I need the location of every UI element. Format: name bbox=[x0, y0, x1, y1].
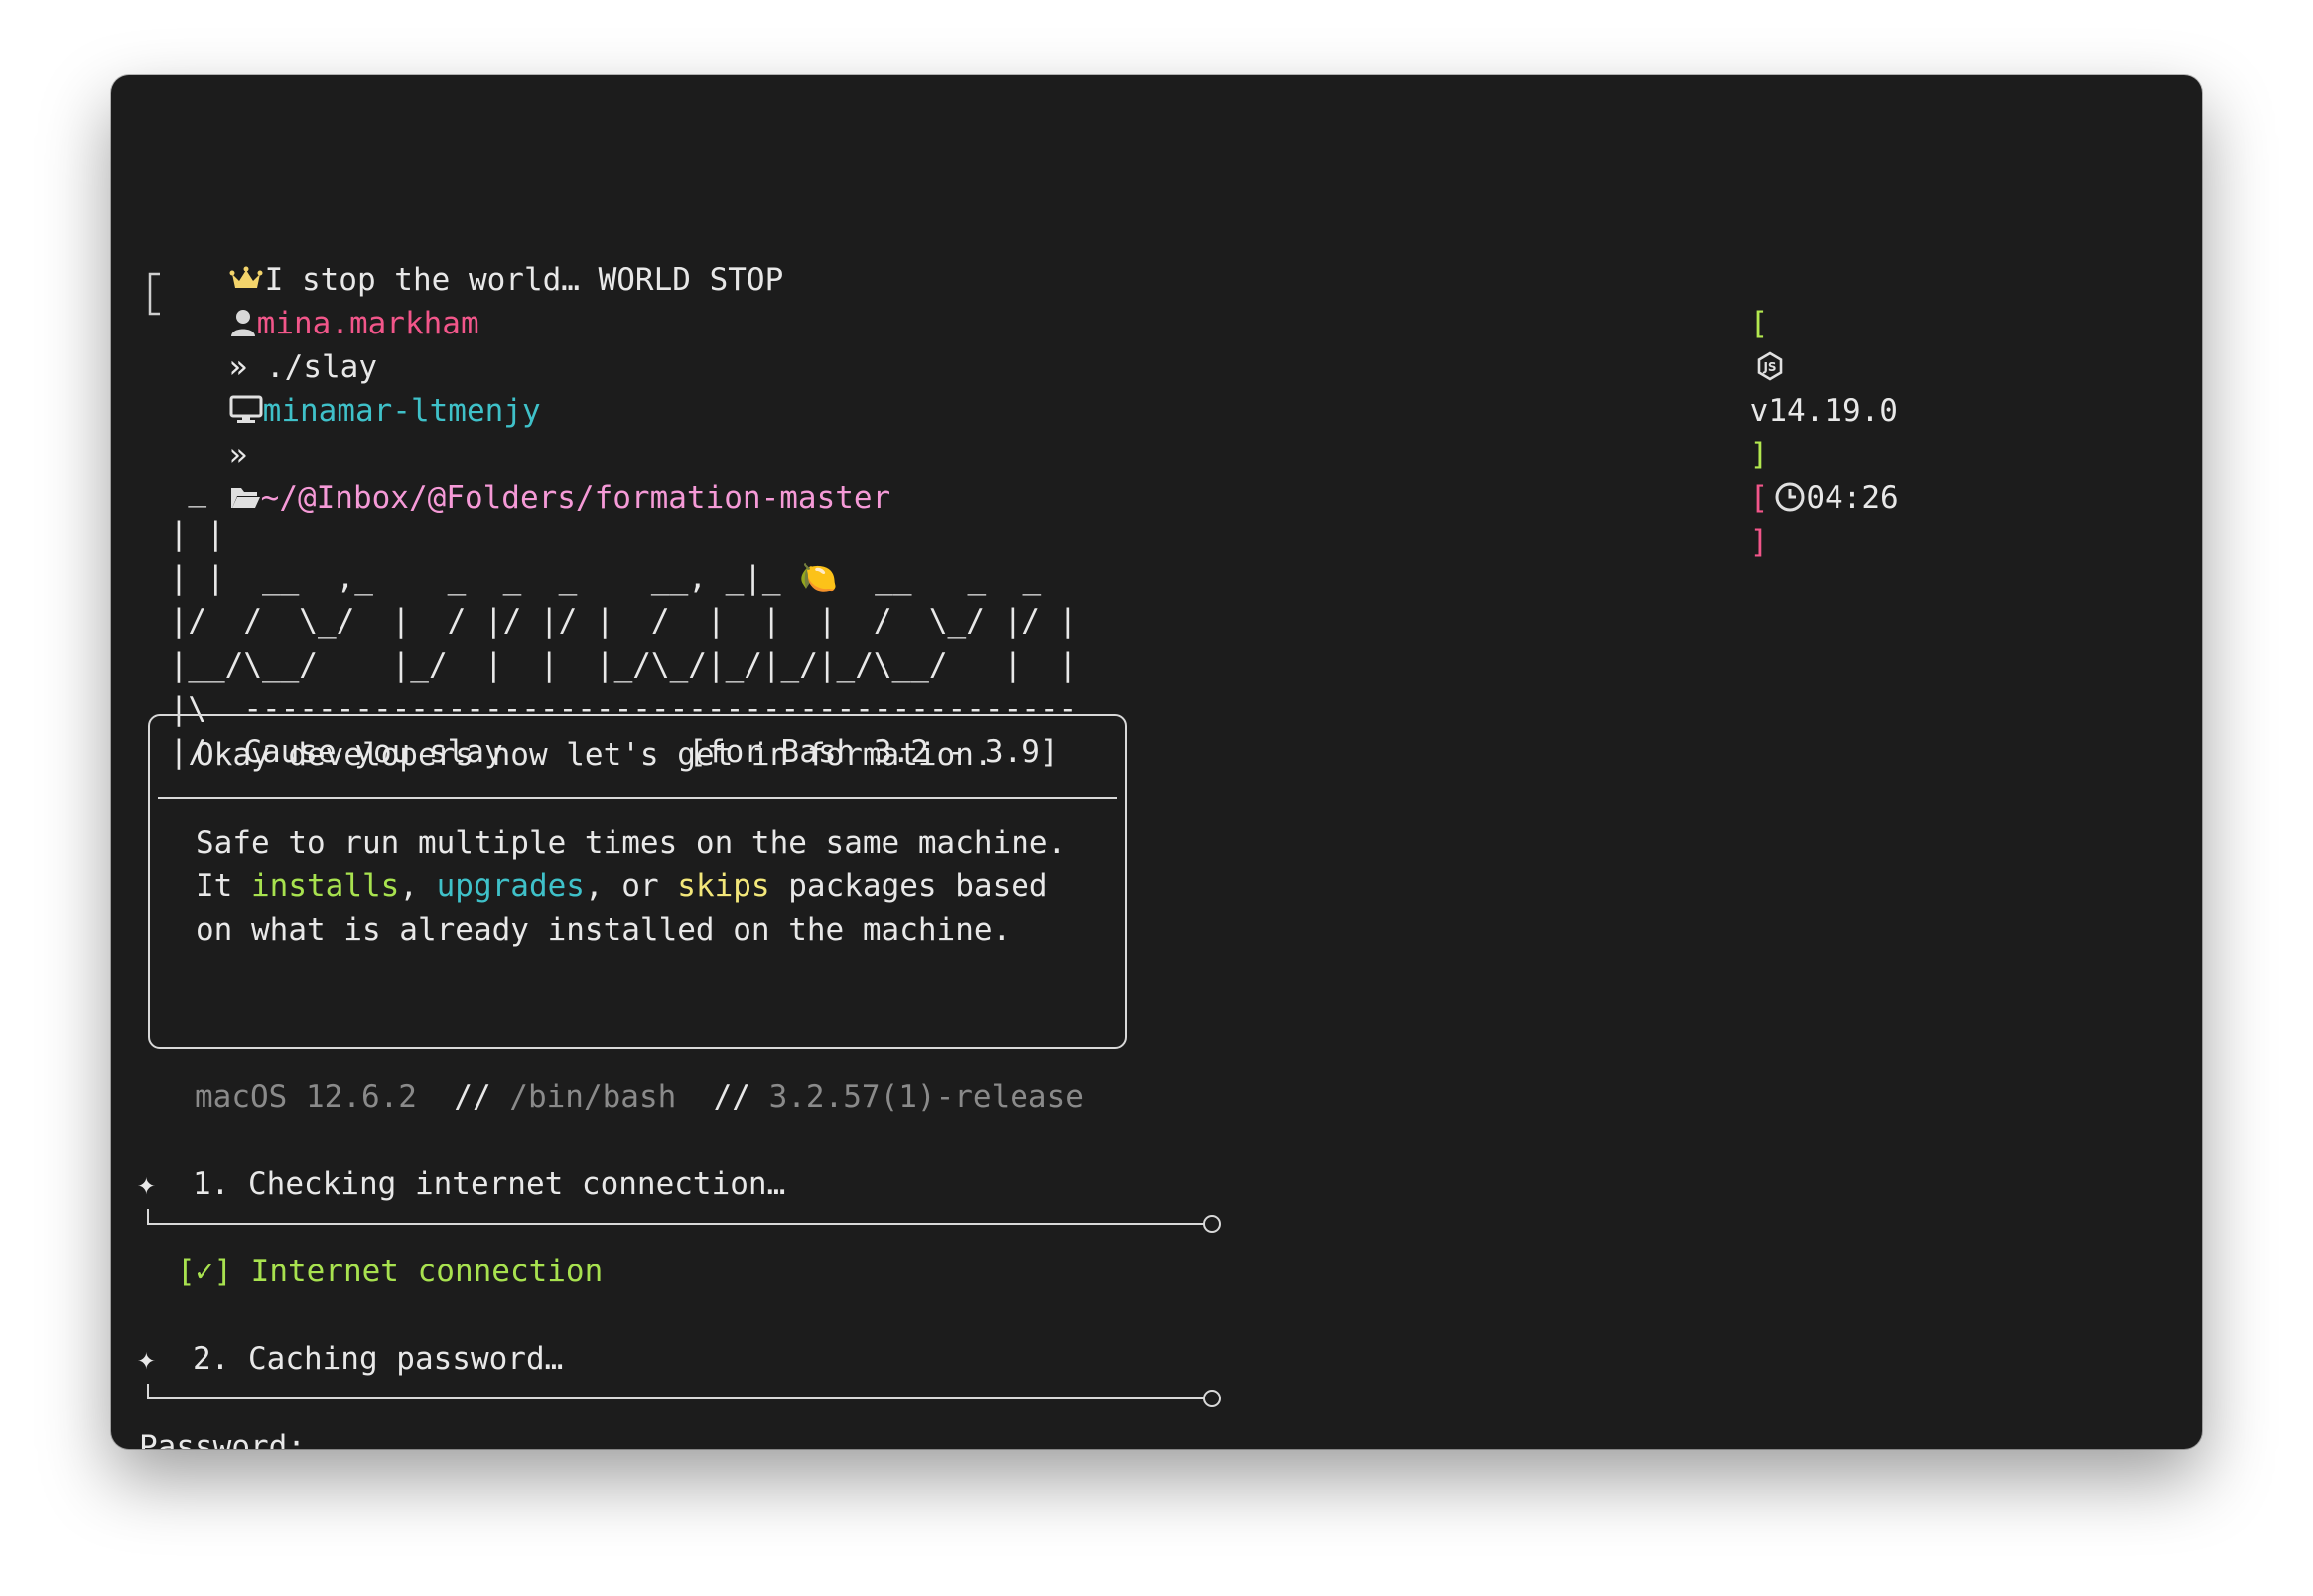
step-2-end-dot bbox=[1203, 1390, 1221, 1407]
system-info: macOS 12.6.2 // /bin/bash // 3.2.57(1)-r… bbox=[195, 1075, 1084, 1119]
step-2-tick bbox=[147, 1384, 149, 1397]
system-shell: /bin/bash bbox=[509, 1079, 677, 1115]
password-label: Password: bbox=[139, 1429, 306, 1449]
info-line-2-prefix: It bbox=[196, 868, 251, 904]
command-prompt-arrow: » bbox=[228, 349, 248, 385]
node-bracket-close: ] bbox=[1749, 437, 1769, 472]
info-line-3: on what is already installed on the mach… bbox=[196, 912, 1012, 948]
time-bracket-open: [ bbox=[1749, 480, 1769, 516]
word-skips: skips bbox=[677, 868, 770, 904]
word-installs: installs bbox=[251, 868, 400, 904]
info-line-2: It installs, upgrades, or skips packages… bbox=[196, 864, 1048, 908]
info-box: Okay developers now let's get in formati… bbox=[148, 714, 1127, 1049]
step-1-label: 1. Checking internet connection… bbox=[193, 1166, 786, 1202]
info-line-1: Safe to run multiple times on the same m… bbox=[196, 825, 1067, 861]
system-os: macOS 12.6.2 bbox=[195, 1079, 417, 1115]
password-line[interactable]: Password:_ bbox=[139, 1425, 325, 1449]
prompt-separator: » bbox=[228, 437, 248, 472]
step-1-tick bbox=[147, 1209, 149, 1223]
info-divider bbox=[158, 797, 1117, 799]
step-2-rule bbox=[147, 1397, 1205, 1399]
sparkle-icon: ✦ bbox=[137, 1341, 156, 1377]
step-1-rule bbox=[147, 1223, 1205, 1225]
command-text: ./slay bbox=[266, 349, 377, 385]
node-version: v14.19.0 bbox=[1749, 393, 1898, 429]
terminal-window[interactable]: I stop the world… WORLD STOP mina.markha… bbox=[111, 75, 2202, 1449]
info-line-2-suffix: packages based bbox=[769, 868, 1048, 904]
prompt-time: 04:26 bbox=[1806, 480, 1899, 516]
step-1-end-dot bbox=[1203, 1215, 1221, 1233]
time-bracket-close: ] bbox=[1749, 524, 1769, 560]
system-divider: // bbox=[454, 1079, 491, 1115]
command-line: » ./slay bbox=[155, 302, 377, 433]
info-heading: Okay developers now let's get in formati… bbox=[196, 737, 993, 773]
text-cursor: _ bbox=[305, 1429, 325, 1449]
sparkle-icon: ✦ bbox=[137, 1166, 156, 1202]
node-bracket-open: [ bbox=[1749, 306, 1769, 341]
nodejs-icon: JS bbox=[1757, 350, 1782, 381]
step-1: ✦ 1. Checking internet connection… bbox=[137, 1162, 785, 1206]
system-divider: // bbox=[713, 1079, 750, 1115]
svg-text:JS: JS bbox=[1762, 360, 1776, 374]
step-2: ✦ 2. Caching password… bbox=[137, 1337, 563, 1381]
step-2-label: 2. Caching password… bbox=[193, 1341, 564, 1377]
right-prompt: [ JS v14.19.0 ] [ 04:26 ] bbox=[1676, 258, 1899, 607]
check-result: [✓] Internet connection bbox=[177, 1254, 604, 1289]
system-bash-version: 3.2.57(1)-release bbox=[768, 1079, 1084, 1115]
clock-icon bbox=[1775, 482, 1805, 511]
info-comma-1: , bbox=[399, 868, 437, 904]
word-upgrades: upgrades bbox=[436, 868, 585, 904]
info-comma-2: , or bbox=[584, 868, 678, 904]
